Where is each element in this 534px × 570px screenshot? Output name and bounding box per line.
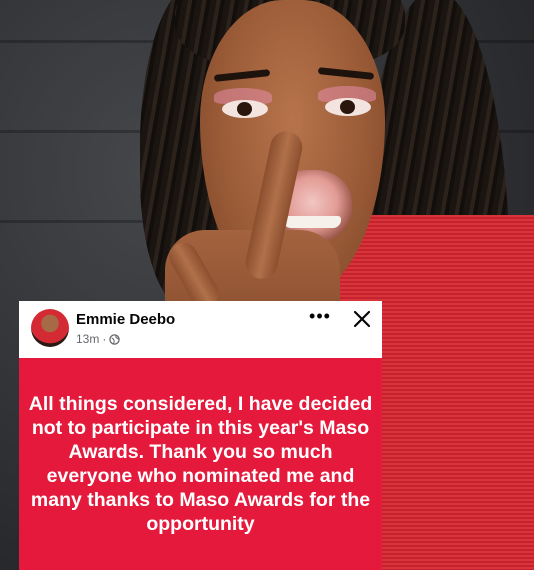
post-header: Emmie Deebo 13m · ••• xyxy=(19,301,382,358)
post-time[interactable]: 13m xyxy=(76,332,99,346)
author-name[interactable]: Emmie Deebo xyxy=(76,311,175,328)
close-icon[interactable] xyxy=(352,309,372,329)
meta-separator: · xyxy=(102,332,107,346)
post-body: All things considered, I have decided no… xyxy=(19,358,382,570)
teeth xyxy=(283,216,341,228)
eye-right xyxy=(325,98,371,116)
globe-icon[interactable] xyxy=(109,333,121,345)
avatar[interactable] xyxy=(31,309,69,347)
post-meta: 13m · xyxy=(76,332,121,346)
post-text: All things considered, I have decided no… xyxy=(28,393,373,535)
more-options-icon[interactable]: ••• xyxy=(309,307,331,329)
eye-left xyxy=(222,100,268,118)
